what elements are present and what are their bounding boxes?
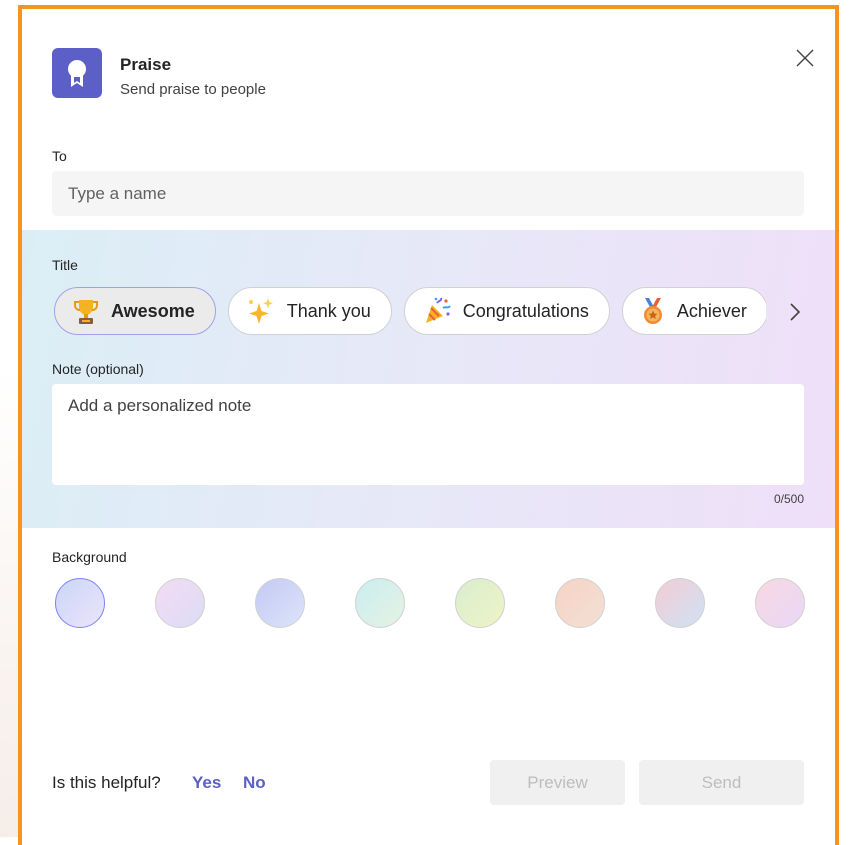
party-popper-icon (425, 297, 451, 323)
send-button[interactable]: Send (639, 760, 804, 805)
to-label: To (52, 148, 67, 164)
chevron-right-icon (790, 303, 801, 321)
badge-label: Congratulations (462, 300, 589, 321)
background-swatches (55, 578, 805, 630)
recipient-input[interactable] (52, 171, 804, 216)
feedback-prompt: Is this helpful? (52, 773, 161, 792)
background-swatch[interactable] (355, 578, 405, 628)
preview-button[interactable]: Preview (490, 760, 625, 805)
background-swatch[interactable] (155, 578, 205, 628)
badge-label: Awesome (111, 300, 195, 321)
title-label: Title (52, 257, 78, 273)
medal-icon (643, 298, 662, 324)
background-swatch[interactable] (255, 578, 305, 628)
sparkles-icon (248, 298, 273, 324)
background-swatch[interactable] (755, 578, 805, 628)
background-swatch[interactable] (655, 578, 705, 628)
dialog-subtitle: Send praise to people (120, 81, 266, 98)
background-label: Background (52, 549, 127, 565)
note-char-counter: 0/500 (773, 492, 804, 506)
note-label: Note (optional) (52, 361, 144, 377)
trophy-icon (74, 300, 98, 324)
close-button[interactable] (790, 43, 820, 73)
badge-awesome[interactable]: Awesome (54, 287, 216, 335)
badge-next-button[interactable] (782, 299, 808, 325)
close-icon (796, 49, 814, 67)
ribbon-award-icon (68, 60, 86, 87)
background-swatch[interactable] (555, 578, 605, 628)
badge-achiever[interactable]: Achiever (621, 287, 766, 335)
badge-carousel: Awesome Thank you Congratulations Achiev… (54, 286, 766, 338)
badge-label: Thank you (286, 300, 371, 321)
note-textarea[interactable] (52, 384, 804, 485)
background-swatch[interactable] (455, 578, 505, 628)
badge-thank-you[interactable]: Thank you (227, 287, 392, 335)
feedback-yes-link[interactable]: Yes (192, 773, 221, 793)
dialog-title: Praise (120, 55, 172, 74)
badge-congratulations[interactable]: Congratulations (403, 287, 610, 335)
praise-dialog: Praise Send praise to people To Title Aw… (18, 5, 839, 845)
praise-app-tile (52, 48, 102, 98)
feedback-no-link[interactable]: No (243, 773, 266, 793)
background-swatch[interactable] (55, 578, 105, 628)
badge-label: Achiever (676, 300, 747, 321)
